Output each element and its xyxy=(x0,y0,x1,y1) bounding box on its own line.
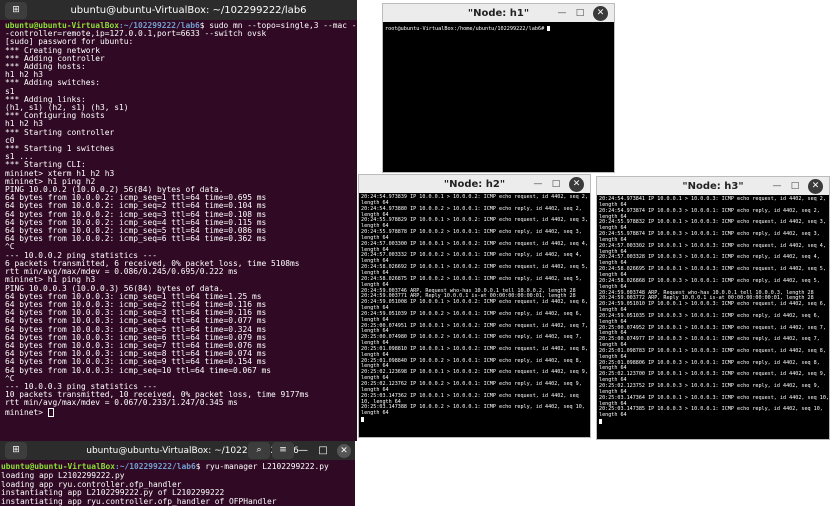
minimize-icon[interactable]: — xyxy=(297,445,309,456)
cursor-icon xyxy=(599,419,602,425)
maximize-icon[interactable]: □ xyxy=(575,8,585,18)
ryu-command: $ ryu-manager L2102299222.py xyxy=(195,462,329,471)
new-tab-icon[interactable]: ⊞ xyxy=(5,2,27,19)
close-icon[interactable]: ✕ xyxy=(593,5,608,21)
ryu-terminal-window[interactable]: ⊞ ubuntu@ubuntu-VirtualBox: ~/102299222/… xyxy=(0,441,355,506)
main-terminal-title: ubuntu@ubuntu-VirtualBox: ~/102299222/la… xyxy=(70,4,307,16)
xterm-h3-title: "Node: h3" xyxy=(682,180,744,192)
ryu-terminal-body[interactable]: ubuntu@ubuntu-VirtualBox:~/102299222/lab… xyxy=(0,460,355,506)
minimize-icon[interactable]: — xyxy=(772,181,782,191)
h3-tcpdump-output: 20:24:54.973841 IP 10.0.0.1 > 10.0.0.3: … xyxy=(599,196,829,419)
main-terminal-titlebar[interactable]: ⊞ ubuntu@ubuntu-VirtualBox: ~/102299222/… xyxy=(0,0,357,20)
close-icon[interactable]: ✕ xyxy=(808,178,823,194)
maximize-icon[interactable]: □ xyxy=(790,181,800,191)
mininet-output: [sudo] password for ubuntu: *** Creating… xyxy=(5,37,310,417)
main-terminal-body[interactable]: ubuntu@ubuntu-VirtualBox:~/102299222/lab… xyxy=(0,20,357,441)
maximize-icon[interactable]: □ xyxy=(551,179,561,189)
h1-prompt: root@ubuntu-VirtualBox:/home/ubuntu/1022… xyxy=(385,26,548,32)
xterm-h3-window[interactable]: "Node: h3" — □ ✕ 20:24:54.973841 IP 10.0… xyxy=(596,176,830,440)
menu-icon[interactable]: ≡ xyxy=(272,442,294,459)
minimize-icon[interactable]: — xyxy=(533,179,543,189)
search-icon[interactable]: ⌕ xyxy=(248,442,270,459)
xterm-h2-title: "Node: h2" xyxy=(443,178,506,190)
ryu-output: loading app L2102299222.py loading app r… xyxy=(1,470,277,506)
close-icon[interactable]: ✕ xyxy=(337,443,351,458)
xterm-h1-body[interactable]: root@ubuntu-VirtualBox:/home/ubuntu/1022… xyxy=(383,22,614,172)
cursor-icon xyxy=(547,26,551,31)
ryu-terminal-controls: — □ ✕ xyxy=(297,441,351,460)
new-tab-icon[interactable]: ⊞ xyxy=(5,442,27,459)
xterm-h2-body[interactable]: 20:24:54.973839 IP 10.0.0.1 > 10.0.0.2: … xyxy=(359,193,590,437)
xterm-h1-title: "Node: h1" xyxy=(467,7,530,19)
h2-tcpdump-output: 20:24:54.973839 IP 10.0.0.1 > 10.0.0.2: … xyxy=(361,194,588,417)
maximize-icon[interactable]: □ xyxy=(317,445,329,456)
close-icon[interactable]: ✕ xyxy=(569,176,584,192)
xterm-h1-controls: — □ ✕ xyxy=(557,4,608,22)
minimize-icon[interactable]: — xyxy=(557,8,567,18)
prompt-user: ubuntu@ubuntu-VirtualBox xyxy=(1,462,116,471)
main-terminal-window[interactable]: ⊞ ubuntu@ubuntu-VirtualBox: ~/102299222/… xyxy=(0,0,357,441)
xterm-h1-window[interactable]: "Node: h1" — □ ✕ root@ubuntu-VirtualBox:… xyxy=(382,3,615,173)
xterm-h3-controls: — □ ✕ xyxy=(772,177,823,195)
cursor-icon xyxy=(47,407,54,417)
xterm-h2-controls: — □ ✕ xyxy=(533,175,584,193)
prompt-path: :~/102299222/lab6 xyxy=(115,462,196,471)
xterm-h3-body[interactable]: 20:24:54.973841 IP 10.0.0.1 > 10.0.0.3: … xyxy=(597,195,829,439)
xterm-h2-window[interactable]: "Node: h2" — □ ✕ 20:24:54.973839 IP 10.0… xyxy=(358,174,591,438)
cursor-icon xyxy=(361,417,364,423)
